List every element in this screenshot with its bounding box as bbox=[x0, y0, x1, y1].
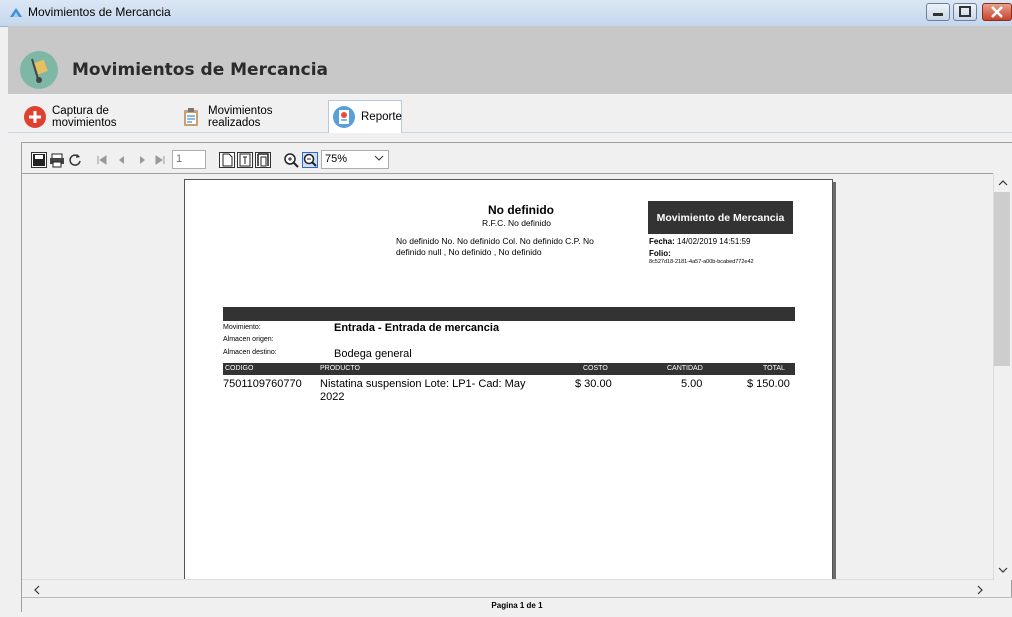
document-title: Movimiento de Mercancia bbox=[648, 201, 793, 234]
almacen-destino-value: Bodega general bbox=[334, 348, 412, 360]
zoom-in-icon[interactable] bbox=[283, 152, 299, 168]
table-row: 7501109760770 Nistatina suspension Lote:… bbox=[223, 378, 795, 408]
folio-value: 8c527d18-2181-4a57-a00b-bcabed772e42 bbox=[649, 259, 754, 265]
column-producto: PRODUCTO bbox=[320, 365, 360, 372]
vertical-scroll-thumb[interactable] bbox=[994, 192, 1010, 366]
module-header: Movimientos de Mercancia bbox=[8, 26, 1012, 94]
tab-label: Reporte bbox=[361, 111, 402, 123]
zoom-select[interactable]: 75% bbox=[321, 150, 389, 169]
cell-cantidad: 5.00 bbox=[681, 378, 703, 390]
report-icon bbox=[333, 106, 355, 128]
fecha-value: 14/02/2019 14:51:59 bbox=[677, 237, 751, 246]
company-address-line2: definido null , No definido , No definid… bbox=[396, 247, 542, 257]
cell-total: $ 150.00 bbox=[747, 378, 790, 390]
folio-label: Folio: bbox=[649, 249, 671, 258]
tab-captura[interactable]: Captura de movimientos bbox=[20, 102, 172, 132]
window-title: Movimientos de Mercancia bbox=[28, 5, 171, 19]
company-address-line1: No definido No. No definido Col. No defi… bbox=[396, 236, 594, 246]
tab-label: Captura de movimientos bbox=[52, 105, 117, 129]
column-total: TOTAL bbox=[763, 365, 785, 372]
page-number-input[interactable]: 1 bbox=[172, 150, 206, 169]
company-name: No definido bbox=[488, 203, 554, 217]
tab-reporte[interactable]: Reporte bbox=[328, 100, 402, 133]
movimiento-label: Movimiento: bbox=[223, 324, 261, 331]
column-cantidad: CANTIDAD bbox=[667, 365, 703, 372]
save-icon[interactable] bbox=[31, 152, 47, 168]
page-view-icon[interactable] bbox=[219, 152, 235, 168]
print-icon[interactable] bbox=[49, 152, 65, 168]
company-rfc: R.F.C. No definido bbox=[482, 218, 551, 228]
window-title-bar: Movimientos de Mercancia bbox=[0, 0, 1012, 27]
zoom-value: 75% bbox=[325, 153, 348, 165]
scroll-right-icon[interactable] bbox=[975, 584, 985, 598]
tab-movimientos[interactable]: Movimientos realizados bbox=[176, 102, 328, 132]
whole-page-icon[interactable] bbox=[255, 152, 271, 168]
minimize-button[interactable] bbox=[926, 3, 950, 21]
cell-costo: $ 30.00 bbox=[575, 378, 612, 390]
movimiento-value: Entrada - Entrada de mercancia bbox=[334, 322, 500, 334]
scroll-down-icon[interactable] bbox=[998, 564, 1008, 578]
app-icon bbox=[8, 5, 24, 21]
fecha-row: Fecha: 14/02/2019 14:51:59 bbox=[649, 237, 750, 246]
cell-codigo: 7501109760770 bbox=[223, 378, 302, 390]
maximize-button[interactable] bbox=[953, 3, 977, 21]
cell-producto-cont: 2022 bbox=[320, 391, 345, 403]
report-page: No definido R.F.C. No definido No defini… bbox=[184, 179, 833, 581]
page-count-text: Pagina 1 de 1 bbox=[491, 601, 543, 610]
next-page-icon[interactable] bbox=[134, 152, 150, 168]
cell-producto: Nistatina suspension Lote: LP1- Cad: May bbox=[320, 378, 526, 390]
first-page-icon[interactable] bbox=[94, 152, 110, 168]
table-header: CODIGO PRODUCTO COSTO CANTIDAD TOTAL bbox=[223, 363, 795, 375]
fecha-label: Fecha: bbox=[649, 237, 675, 246]
status-bar: Pagina 1 de 1 bbox=[22, 597, 1012, 613]
viewer-toolbar bbox=[22, 143, 1012, 173]
almacen-origen-label: Almacen origen: bbox=[223, 336, 274, 343]
hand-truck-icon bbox=[20, 51, 58, 89]
scroll-up-icon[interactable] bbox=[998, 177, 1008, 191]
chevron-down-icon bbox=[374, 152, 384, 167]
previous-page-icon[interactable] bbox=[114, 152, 130, 168]
horizontal-scrollbar[interactable] bbox=[22, 579, 993, 598]
clipboard-icon bbox=[180, 106, 202, 128]
column-costo: COSTO bbox=[583, 365, 608, 372]
scroll-left-icon[interactable] bbox=[32, 584, 42, 598]
almacen-destino-label: Almacen destino: bbox=[223, 349, 277, 356]
tab-label: Movimientos realizados bbox=[208, 105, 273, 129]
page-width-icon[interactable] bbox=[237, 152, 253, 168]
column-codigo: CODIGO bbox=[225, 365, 254, 372]
section-divider-bar bbox=[223, 307, 795, 321]
zoom-out-icon[interactable] bbox=[302, 152, 318, 168]
add-icon bbox=[24, 106, 46, 128]
close-button[interactable] bbox=[982, 3, 1012, 21]
last-page-icon[interactable] bbox=[152, 152, 168, 168]
page-title: Movimientos de Mercancia bbox=[72, 60, 328, 80]
refresh-icon[interactable] bbox=[67, 152, 83, 168]
